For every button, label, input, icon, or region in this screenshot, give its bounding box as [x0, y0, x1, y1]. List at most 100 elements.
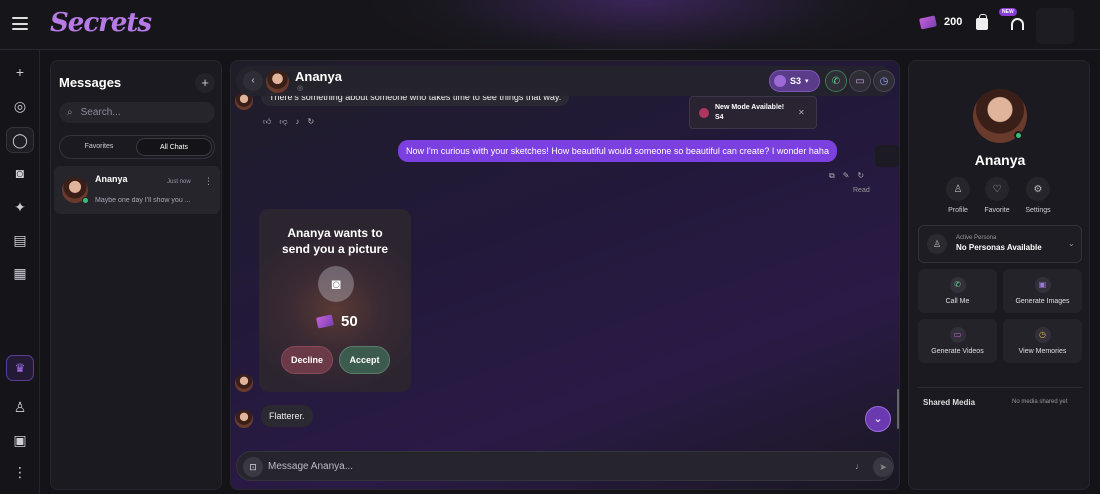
top-bar: Secrets 200 NEW — [0, 0, 1100, 50]
chat-name: Ananya — [95, 174, 128, 184]
user-message-bubble: Now I'm curious with your sketches! How … — [398, 140, 837, 162]
explore-icon[interactable]: ◎ — [10, 96, 30, 116]
online-dot — [1014, 131, 1023, 140]
gallery-icon[interactable]: ▤ — [10, 230, 30, 250]
profile-icon[interactable]: ♙ — [10, 397, 30, 417]
info-icon[interactable]: ◎ — [297, 84, 303, 92]
speaker-icon[interactable]: ♪ — [296, 117, 300, 127]
message-input-bar: ⊡ Message Ananya... ♩ ➤ — [236, 451, 894, 481]
phone-icon[interactable]: ✆ — [825, 70, 847, 92]
divider — [918, 387, 1082, 388]
more-icon[interactable]: ⋮ — [10, 462, 30, 482]
toast-subtitle: S4 — [715, 114, 724, 121]
decline-button[interactable]: Decline — [281, 346, 333, 374]
clock-icon[interactable]: ◷ — [873, 70, 895, 92]
persona-selector[interactable]: ♙ Active Persona No Personas Available ⌄ — [918, 225, 1082, 263]
chat-preview: Maybe one day I'll show you ... — [95, 197, 191, 204]
coin-icon — [316, 314, 334, 329]
logo[interactable]: Secrets — [50, 8, 152, 38]
video-icon[interactable]: ▭ — [849, 70, 871, 92]
camera-icon[interactable]: ◙ — [10, 163, 30, 183]
tab-favorites[interactable]: Favorites — [62, 138, 136, 156]
message-avatar — [235, 410, 253, 428]
header-avatar[interactable] — [266, 70, 289, 93]
call-me-button[interactable]: ✆ Call Me — [918, 269, 997, 313]
edit-icon[interactable]: ✎ — [843, 171, 850, 181]
scroll-down-button[interactable]: ⌄ — [865, 406, 891, 432]
message-tools: ⧉ ✎ ↻ — [829, 171, 864, 181]
messages-panel: Messages + ⌕ Search... Favorites All Chat… — [50, 60, 222, 490]
generate-videos-button[interactable]: ▭ Generate Videos — [918, 319, 997, 363]
read-receipt: Read — [853, 187, 870, 194]
picture-request-card: Ananya wants to send you a picture ◙ 50 D… — [259, 209, 411, 392]
stage-icon — [774, 75, 786, 87]
message-bubble: Flatterer. — [261, 405, 313, 427]
menu-icon[interactable] — [12, 17, 28, 30]
chat-time: Just now — [167, 179, 191, 185]
gear-icon: ⚙ — [1026, 177, 1050, 201]
video-icon: ▭ — [949, 327, 966, 343]
profile-name: Ananya — [974, 152, 1026, 168]
chevron-down-icon: ⌄ — [1068, 239, 1075, 248]
plus-icon[interactable]: + — [10, 62, 30, 82]
card-price: 50 — [316, 313, 358, 330]
tab-all-chats[interactable]: All Chats — [136, 138, 212, 156]
headset-icon[interactable] — [1011, 18, 1024, 30]
coin-balance[interactable]: 200 — [919, 14, 962, 30]
shared-media-title: Shared Media — [923, 398, 976, 407]
alert-icon — [699, 108, 709, 118]
sparkle-icon[interactable]: ✦ — [10, 197, 30, 217]
header-name[interactable]: Ananya — [295, 69, 342, 84]
crown-icon[interactable]: ♛ — [6, 355, 34, 381]
generate-images-button[interactable]: ▣ Generate Images — [1003, 269, 1082, 313]
toast-title: New Mode Available! — [715, 104, 785, 111]
copy-icon[interactable]: ⧉ — [829, 171, 835, 181]
shop-bag-icon[interactable] — [976, 14, 988, 30]
attach-icon[interactable]: ⊡ — [243, 457, 263, 477]
settings-action[interactable]: ⚙ Settings — [1008, 177, 1068, 214]
chat-list-item[interactable]: Ananya Just now ⋮ Maybe one day I'll sho… — [54, 166, 220, 214]
scrollbar[interactable] — [897, 389, 899, 429]
mic-icon[interactable]: ♩ — [855, 461, 864, 471]
message-reactions: 👍︎ 👎︎ ♪ ↻ — [263, 117, 314, 127]
search-icon: ⌕ — [67, 107, 73, 118]
new-chat-button[interactable]: + — [195, 73, 215, 93]
left-rail: + ◎ ◯ ◙ ✦ ▤ ▦ ♛ ♙ ▣ ⋮ — [0, 50, 40, 494]
memory-icon: ◷ — [1034, 327, 1051, 343]
card-title: Ananya wants to send you a picture — [281, 226, 389, 256]
chat-panel: There's something about someone who take… — [230, 60, 900, 490]
no-media-text: No media shared yet — [1012, 399, 1068, 405]
thumbs-up-icon[interactable]: 👍︎ — [263, 117, 271, 127]
messages-title: Messages — [59, 75, 122, 90]
new-mode-toast[interactable]: New Mode Available! S4 ✕ — [689, 96, 817, 129]
coin-icon — [919, 14, 937, 30]
close-icon[interactable]: ✕ — [798, 108, 805, 117]
image-icon: ▣ — [1034, 277, 1051, 293]
kebab-icon[interactable]: ⋮ — [204, 176, 213, 187]
stage-selector[interactable]: S3 ▾ — [769, 70, 820, 92]
chevron-down-icon: ▾ — [805, 78, 809, 85]
accept-button[interactable]: Accept — [339, 346, 390, 374]
send-button[interactable]: ➤ — [873, 457, 893, 477]
profile-panel: Ananya ♙ Profile ♡ Favorite ⚙ Settings ♙ Ac… — [908, 60, 1090, 490]
message-side-box — [875, 145, 899, 167]
new-badge: NEW — [999, 8, 1017, 16]
persona-icon: ♙ — [927, 234, 947, 254]
translate-icon[interactable]: ▦ — [10, 263, 30, 283]
thumbs-down-icon[interactable]: 👎︎ — [279, 117, 287, 127]
user-avatar[interactable] — [1036, 8, 1074, 44]
phone-icon: ✆ — [949, 277, 966, 293]
search-input[interactable]: ⌕ Search... — [59, 102, 215, 123]
message-input[interactable]: Message Ananya... — [268, 461, 353, 472]
camera-icon: ◙ — [318, 266, 354, 302]
gamepad-icon[interactable]: ▣ — [10, 430, 30, 450]
refresh-icon[interactable]: ↻ — [308, 117, 315, 127]
chat-icon[interactable]: ◯ — [6, 127, 34, 153]
persona-label: Active Persona — [956, 235, 997, 241]
persona-value: No Personas Available — [956, 243, 1042, 252]
chat-tabs: Favorites All Chats — [59, 135, 215, 159]
regenerate-icon[interactable]: ↻ — [857, 171, 864, 181]
view-memories-button[interactable]: ◷ View Memories — [1003, 319, 1082, 363]
back-button[interactable]: ‹ — [243, 71, 263, 91]
heart-icon: ♡ — [985, 177, 1009, 201]
